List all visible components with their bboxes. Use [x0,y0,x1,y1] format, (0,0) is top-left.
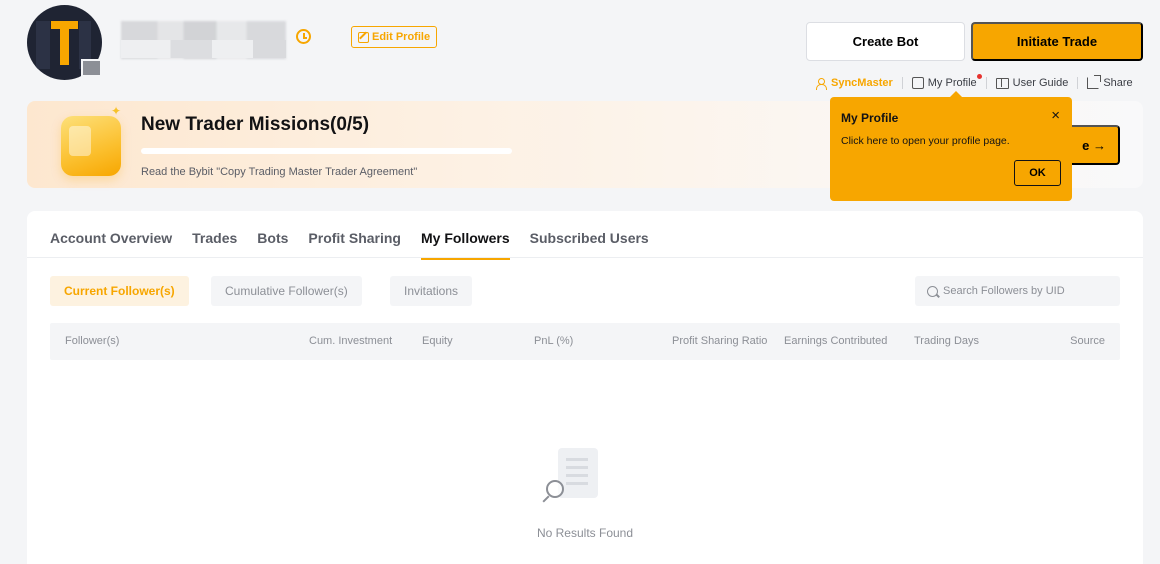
divider [1077,77,1079,89]
avatar-logo-t-stem [60,21,69,65]
close-icon[interactable]: × [1051,108,1060,123]
link-syncmaster-label: SyncMaster [831,77,893,89]
column-header[interactable]: Profit Sharing Ratio [672,335,767,347]
my-profile-popover: My Profile × Click here to open your pro… [830,91,1072,201]
column-header[interactable]: Follower(s) [65,335,119,347]
search-input[interactable] [943,285,1113,297]
link-user-guide[interactable]: User Guide [995,77,1069,89]
edit-icon [358,31,369,43]
avatar-badge [81,59,102,77]
missions-subtitle: Read the Bybit "Copy Trading Master Trad… [141,166,418,178]
user-icon [816,77,827,90]
notification-dot [976,74,982,79]
followers-card: Account Overview Trades Bots Profit Shar… [27,211,1143,564]
column-header[interactable]: PnL (%) [534,335,573,347]
username-blurred-line [121,40,286,58]
edit-profile-button[interactable]: Edit Profile [351,26,438,48]
missions-progress-bar [141,148,512,154]
link-share[interactable]: Share [1087,75,1133,89]
segment-current-followers[interactable]: Current Follower(s) [50,276,189,306]
clock-icon[interactable] [296,29,311,44]
header-links: SyncMaster My Profile User Guide Share [816,74,1133,92]
segment-cumulative-followers[interactable]: Cumulative Follower(s) [211,276,362,306]
empty-state-text: No Results Found [536,526,634,540]
mission-gift-icon [61,104,121,176]
table-header: Follower(s) Cum. Investment Equity PnL (… [50,323,1120,360]
edit-profile-label: Edit Profile [372,31,431,43]
divider [901,77,903,89]
empty-results-icon [540,448,602,512]
tab-my-followers[interactable]: My Followers [420,230,510,260]
share-icon [1087,75,1102,89]
tab-profit-sharing[interactable]: Profit Sharing [308,230,401,260]
missions-title: New Trader Missions(0/5) [141,114,370,135]
link-my-profile-label: My Profile [927,77,977,89]
tab-divider [27,257,1143,258]
empty-magnifier-handle [542,495,550,503]
column-header[interactable]: Equity [422,335,453,347]
book-icon [995,77,1009,89]
link-my-profile[interactable]: My Profile [911,74,982,89]
divider [985,77,987,89]
profile-search-icon [911,77,924,89]
tab-bar: Account Overview Trades Bots Profit Shar… [50,230,669,260]
segment-invitations[interactable]: Invitations [390,276,473,306]
column-header[interactable]: Source [1070,335,1105,347]
avatar-logo-shadow-left [36,21,50,69]
column-header[interactable]: Cum. Investment [309,335,392,347]
tab-account-overview[interactable]: Account Overview [50,230,172,260]
link-syncmaster[interactable]: SyncMaster [816,77,893,90]
search-icon [927,285,938,297]
popover-title: My Profile [841,111,899,125]
initiate-trade-button[interactable]: Initiate Trade [971,22,1143,61]
tab-trades[interactable]: Trades [192,230,237,260]
popover-body: Click here to open your profile page. [841,135,1010,147]
create-bot-button[interactable]: Create Bot [806,22,965,61]
tab-subscribed-users[interactable]: Subscribed Users [530,230,649,260]
column-header[interactable]: Trading Days [914,335,979,347]
popover-ok-button[interactable]: OK [1014,160,1061,186]
link-share-label: Share [1103,77,1133,89]
search-box [915,276,1120,306]
column-header[interactable]: Earnings Contributed [784,335,887,347]
tab-bots[interactable]: Bots [257,230,288,260]
link-user-guide-label: User Guide [1012,77,1069,89]
empty-paper [558,448,598,498]
